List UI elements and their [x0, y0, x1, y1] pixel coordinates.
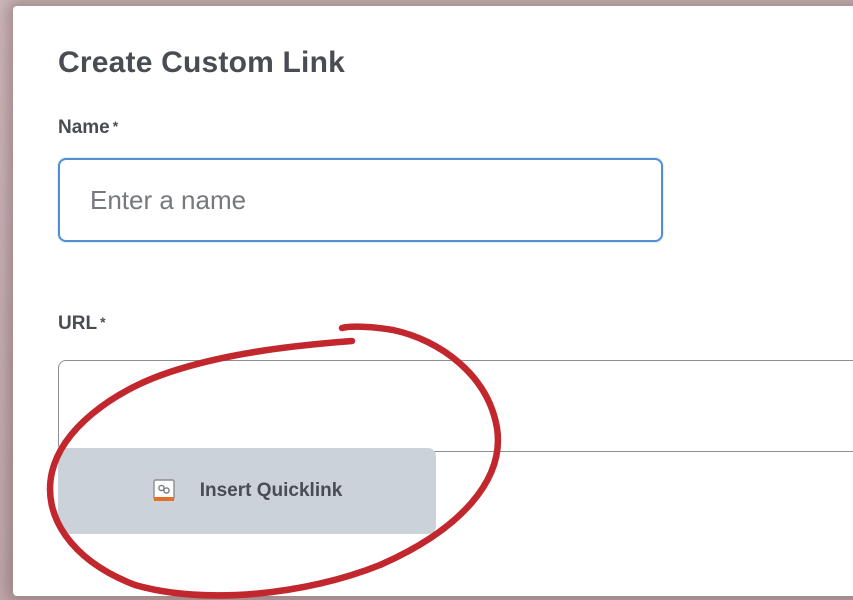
quicklink-icon	[152, 478, 178, 504]
url-input[interactable]	[58, 360, 853, 452]
url-label-text: URL	[58, 313, 98, 334]
dialog-title: Create Custom Link	[58, 46, 345, 79]
create-custom-link-dialog: Create Custom Link Name* URL* Insert Qui…	[13, 6, 853, 596]
name-input[interactable]	[58, 158, 663, 242]
name-label-text: Name	[58, 117, 110, 138]
name-label: Name *	[58, 117, 118, 139]
insert-quicklink-label: Insert Quicklink	[199, 480, 343, 501]
name-required-marker: *	[112, 118, 119, 134]
url-label: URL *	[58, 313, 106, 335]
url-required-marker: *	[100, 314, 106, 330]
insert-quicklink-button[interactable]: Insert Quicklink	[58, 448, 436, 534]
